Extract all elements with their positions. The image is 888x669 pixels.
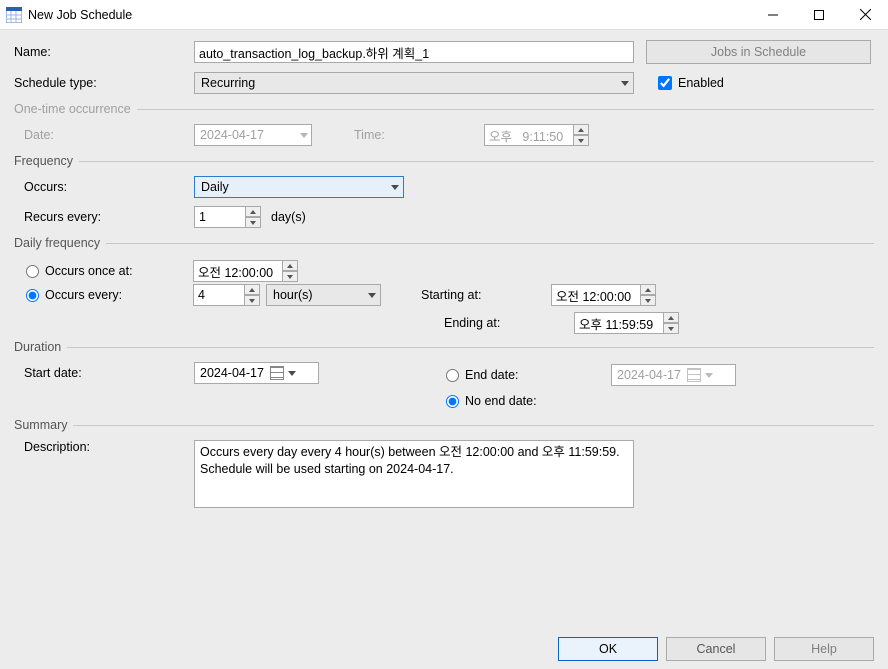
starting-at-label: Starting at: <box>421 288 551 302</box>
minimize-button[interactable] <box>750 0 796 30</box>
help-button[interactable]: Help <box>774 637 874 661</box>
no-end-date-label: No end date: <box>465 394 537 408</box>
client-area: Name: Jobs in Schedule Schedule type: Re… <box>0 30 888 669</box>
description-label: Description: <box>14 440 194 454</box>
chevron-down-icon <box>705 373 713 378</box>
recurs-every-label: Recurs every: <box>14 210 194 224</box>
maximize-button[interactable] <box>796 0 842 30</box>
end-date-radio[interactable] <box>446 369 459 382</box>
titlebar: New Job Schedule <box>0 0 888 30</box>
onetime-date-picker: 2024-04-17 <box>194 124 312 146</box>
end-date-value: 2024-04-17 <box>617 368 681 382</box>
recurs-every-spinner[interactable] <box>194 206 261 228</box>
name-input[interactable] <box>194 41 634 63</box>
end-date-label: End date: <box>465 368 611 382</box>
calendar-icon <box>687 368 701 382</box>
start-date-value: 2024-04-17 <box>200 366 264 380</box>
onetime-date-value: 2024-04-17 <box>200 128 264 142</box>
group-summary: Summary <box>14 418 874 432</box>
no-end-date-radio[interactable] <box>446 395 459 408</box>
group-onetime: One-time occurrence <box>14 102 874 116</box>
group-daily-frequency: Daily frequency <box>14 236 874 250</box>
chevron-down-icon <box>621 81 629 86</box>
occurs-every-spinner[interactable] <box>193 284 260 306</box>
chevron-down-icon <box>368 293 376 298</box>
occurs-select[interactable]: Daily <box>194 176 404 198</box>
ok-button[interactable]: OK <box>558 637 658 661</box>
chevron-down-icon <box>300 133 308 138</box>
onetime-time-label: Time: <box>354 128 484 142</box>
ending-at-label: Ending at: <box>444 316 574 330</box>
enabled-checkbox-row[interactable]: Enabled <box>658 76 724 90</box>
onetime-date-label: Date: <box>14 128 194 142</box>
description-textarea[interactable] <box>194 440 634 508</box>
recurs-unit: day(s) <box>271 210 306 224</box>
occurs-label: Occurs: <box>14 180 194 194</box>
group-frequency: Frequency <box>14 154 874 168</box>
occurs-once-time[interactable] <box>193 260 298 282</box>
end-date-picker: 2024-04-17 <box>611 364 736 386</box>
occurs-every-label: Occurs every: <box>45 288 193 302</box>
calendar-icon <box>270 366 284 380</box>
occurs-every-unit: hour(s) <box>273 288 313 302</box>
onetime-time-spinner <box>484 124 589 146</box>
group-duration: Duration <box>14 340 874 354</box>
start-date-picker[interactable]: 2024-04-17 <box>194 362 319 384</box>
ending-at-spinner[interactable] <box>574 312 679 334</box>
jobs-in-schedule-button[interactable]: Jobs in Schedule <box>646 40 871 64</box>
schedule-type-select[interactable]: Recurring <box>194 72 634 94</box>
starting-at-spinner[interactable] <box>551 284 656 306</box>
occurs-once-radio[interactable] <box>26 265 39 278</box>
name-label: Name: <box>14 45 194 59</box>
chevron-down-icon <box>391 185 399 190</box>
occurs-every-unit-select[interactable]: hour(s) <box>266 284 381 306</box>
occurs-value: Daily <box>201 180 229 194</box>
chevron-down-icon <box>288 371 296 376</box>
app-icon <box>6 7 22 23</box>
window-title: New Job Schedule <box>28 8 132 22</box>
start-date-label: Start date: <box>14 366 194 380</box>
schedule-type-label: Schedule type: <box>14 76 194 90</box>
close-button[interactable] <box>842 0 888 30</box>
enabled-label: Enabled <box>678 76 724 90</box>
occurs-every-radio[interactable] <box>26 289 39 302</box>
cancel-button[interactable]: Cancel <box>666 637 766 661</box>
schedule-type-value: Recurring <box>201 76 255 90</box>
enabled-checkbox[interactable] <box>658 76 672 90</box>
occurs-once-label: Occurs once at: <box>45 264 193 278</box>
